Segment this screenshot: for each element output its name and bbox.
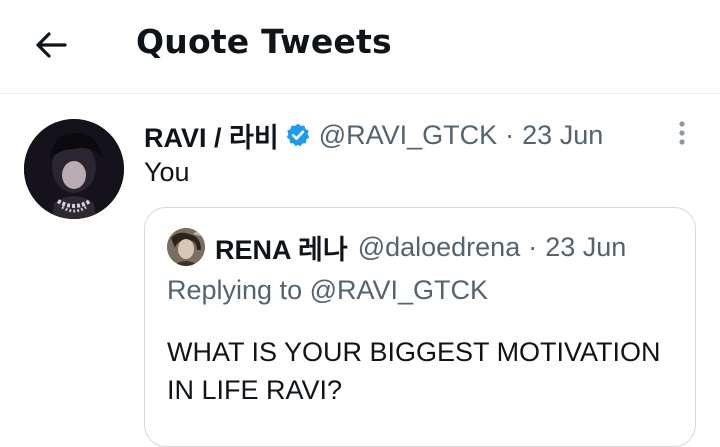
quoted-author-handle: @daloedrena [357, 231, 521, 262]
quoted-tweet-text: WHAT IS YOUR BIGGEST MOTIVATION IN LIFE … [167, 337, 661, 405]
quoted-avatar [167, 228, 205, 266]
quoted-tweet-date: 23 Jun [545, 231, 627, 262]
replying-to-label: Replying to [167, 275, 303, 305]
quoted-author-name: RENA 레나 [215, 234, 348, 265]
author-name[interactable]: RAVI / 라비 [144, 116, 279, 155]
quoted-meta-separator: · [528, 231, 538, 262]
quoted-tweet-card[interactable]: RENA 레나 @daloedrena · 23 Jun Replying to… [144, 207, 696, 447]
tweet-text: You [144, 157, 190, 187]
tweet-date[interactable]: 23 Jun [522, 120, 603, 151]
verified-badge-icon [285, 122, 311, 148]
page-title: Quote Tweets [136, 22, 392, 61]
replying-to-line: Replying to @RAVI_GTCK [167, 275, 488, 306]
arrow-left-icon [36, 32, 67, 58]
back-button[interactable] [28, 22, 74, 68]
replying-to-handle: @RAVI_GTCK [309, 275, 489, 305]
header-bar: Quote Tweets [0, 0, 720, 94]
quoted-avatar-image [167, 228, 205, 266]
tweet-header: RAVI / 라비 @RAVI_GTCK · 23 Jun [144, 117, 603, 153]
more-vertical-icon [679, 121, 685, 145]
avatar-image [24, 119, 124, 219]
meta-separator: · [505, 119, 515, 150]
more-options-button[interactable] [668, 117, 696, 149]
quoted-header: RENA 레나 @daloedrena · 23 Jun [215, 228, 626, 266]
quote-tweet-item[interactable]: RAVI / 라비 @RAVI_GTCK · 23 Jun You RENA 레… [0, 95, 720, 447]
avatar[interactable] [24, 119, 124, 219]
author-handle[interactable]: @RAVI_GTCK [319, 120, 497, 151]
